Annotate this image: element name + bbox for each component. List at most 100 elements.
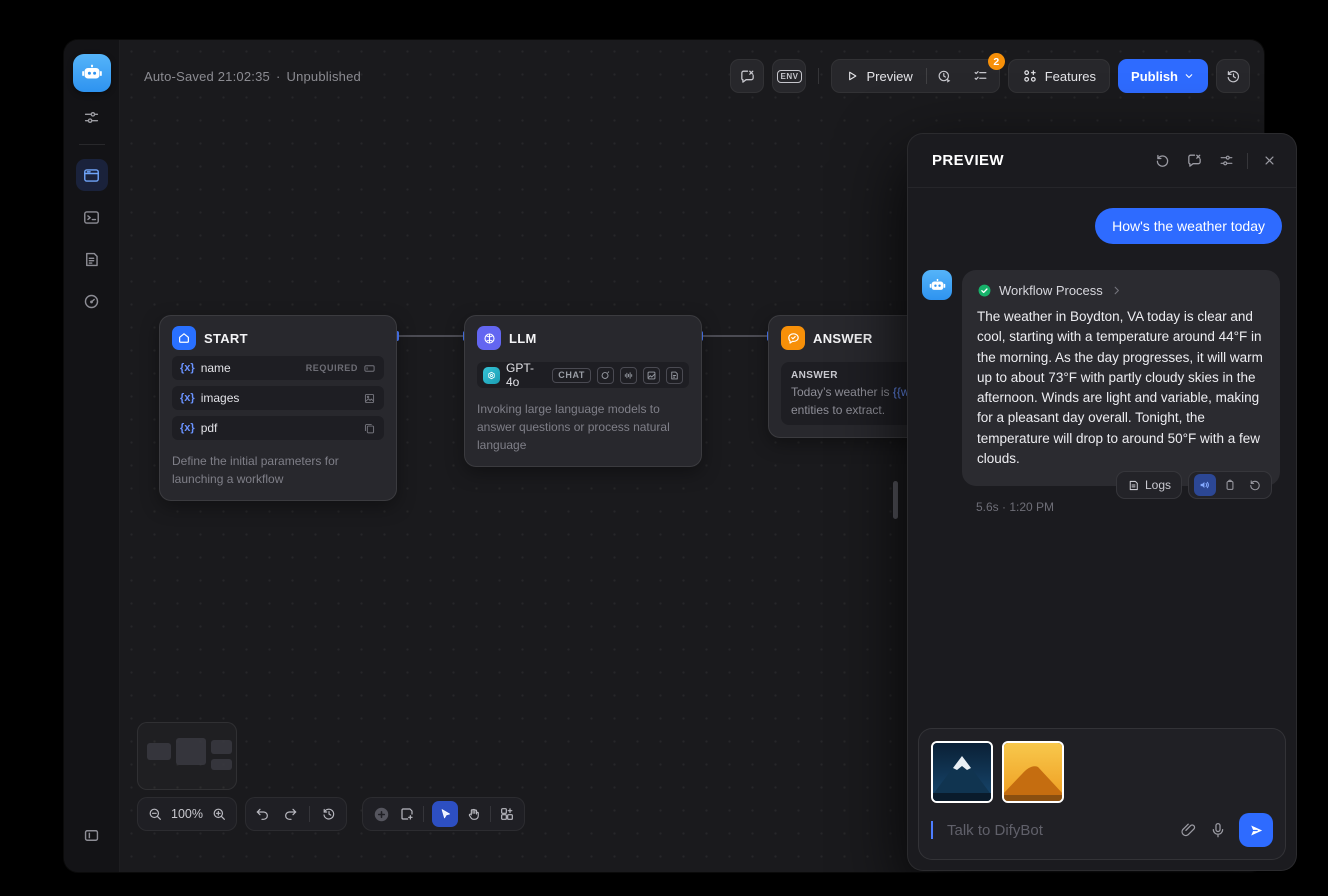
zoom-controls: 100% — [137, 797, 237, 831]
panel-resize-handle[interactable] — [893, 481, 898, 519]
robot-icon — [80, 61, 104, 85]
collapse-sidebar-button[interactable] — [76, 819, 108, 851]
node-title: ANSWER — [813, 331, 873, 346]
start-field-pdf[interactable]: {x} pdf — [172, 416, 384, 440]
chevron-right-icon — [1110, 284, 1123, 297]
sidebar — [64, 40, 120, 872]
pointer-mode-button[interactable] — [432, 801, 458, 827]
speaker-button[interactable] — [1194, 474, 1216, 496]
microphone-button[interactable] — [1209, 821, 1227, 839]
zoom-in-button[interactable] — [211, 806, 227, 822]
clear-chat-icon[interactable] — [1179, 146, 1209, 176]
restart-conversation-button[interactable] — [1147, 146, 1177, 176]
environment-variables-button[interactable]: ENV — [772, 59, 806, 93]
node-title: START — [204, 331, 248, 346]
attachment-thumbnail-mountain-sunset[interactable] — [1002, 741, 1064, 803]
terminal-icon — [82, 208, 101, 227]
add-node-button[interactable] — [372, 805, 391, 824]
canvas-tools — [362, 797, 525, 831]
clear-conversation-button[interactable] — [730, 59, 764, 93]
publish-button[interactable]: Publish — [1118, 59, 1208, 93]
attach-file-button[interactable] — [1179, 821, 1197, 839]
divider — [818, 68, 819, 84]
llm-icon — [477, 326, 501, 350]
document-capability-icon — [666, 367, 683, 384]
message-meta: 5.6s · 1:20 PM — [976, 500, 1282, 514]
close-panel-button[interactable] — [1254, 146, 1284, 176]
chat-input-row: Talk to DifyBot — [931, 813, 1273, 847]
chevron-down-icon — [1183, 70, 1195, 82]
undo-button[interactable] — [255, 806, 271, 822]
gauge-icon — [82, 292, 101, 311]
add-note-button[interactable] — [399, 806, 415, 822]
chat-input[interactable]: Talk to DifyBot — [947, 822, 1167, 839]
model-selector[interactable]: GPT-4o CHAT — [477, 362, 689, 388]
preview-run-button[interactable]: Preview — [832, 60, 925, 92]
chat-input-container: Talk to DifyBot — [918, 728, 1286, 860]
node-llm[interactable]: LLM GPT-4o CHAT — [464, 315, 702, 467]
vision-capability-icon — [597, 367, 614, 384]
image-icon — [363, 392, 376, 405]
env-icon: ENV — [777, 70, 803, 83]
divider — [309, 806, 310, 822]
regenerate-button[interactable] — [1244, 474, 1266, 496]
play-icon — [845, 69, 859, 83]
minimap[interactable] — [137, 722, 237, 790]
hand-mode-button[interactable] — [466, 806, 482, 822]
node-description: Define the initial parameters for launch… — [172, 452, 384, 488]
bot-message-row: Workflow Process The weather in Boydton,… — [922, 270, 1282, 514]
sliders-icon[interactable] — [82, 108, 101, 127]
checklist-badge: 2 — [988, 53, 1005, 70]
app-logo[interactable] — [73, 54, 111, 92]
zoom-level[interactable]: 100% — [171, 807, 203, 821]
checklist-icon — [972, 68, 989, 85]
edge-start-llm — [398, 335, 464, 337]
success-check-icon — [977, 283, 992, 298]
image-capability-icon — [643, 367, 660, 384]
sidebar-item-api[interactable] — [76, 201, 108, 233]
change-history-button[interactable] — [321, 806, 337, 822]
attached-images — [931, 741, 1273, 803]
workflow-process-toggle[interactable]: Workflow Process — [977, 283, 1265, 298]
redo-button[interactable] — [282, 806, 298, 822]
sidebar-item-orchestrate[interactable] — [76, 159, 108, 191]
undo-redo-controls — [245, 797, 347, 831]
collapse-panel-icon — [82, 826, 101, 845]
required-badge: REQUIRED — [306, 363, 358, 373]
run-history-button[interactable] — [927, 60, 963, 92]
sidebar-item-logs[interactable] — [76, 243, 108, 275]
clock-play-icon — [936, 68, 953, 85]
start-field-name[interactable]: {x} name REQUIRED — [172, 356, 384, 380]
model-name: GPT-4o — [506, 361, 546, 389]
file-copy-icon — [363, 422, 376, 435]
features-button[interactable]: Features — [1008, 59, 1110, 93]
chat-clear-icon — [739, 68, 756, 85]
home-icon — [172, 326, 196, 350]
logs-doc-icon — [1127, 479, 1140, 492]
zoom-out-button[interactable] — [147, 806, 163, 822]
bot-message-card: Workflow Process The weather in Boydton,… — [962, 270, 1280, 486]
send-button[interactable] — [1239, 813, 1273, 847]
attachment-thumbnail-mountain-night[interactable] — [931, 741, 993, 803]
settings-sliders-icon[interactable] — [1211, 146, 1241, 176]
start-field-images[interactable]: {x} images — [172, 386, 384, 410]
run-group: Preview — [831, 59, 999, 93]
chat-area: How's the weather today — [908, 188, 1296, 718]
preview-panel: PREVIEW — [907, 133, 1297, 871]
logs-button[interactable]: Logs — [1116, 471, 1182, 499]
topbar: Auto-Saved 21:02:35 · Unpublished ENV — [120, 40, 1264, 112]
node-start[interactable]: START {x} name REQUIRED {x} images — [159, 315, 397, 501]
preview-title: PREVIEW — [932, 152, 1004, 169]
answer-icon — [781, 326, 805, 350]
copy-button[interactable] — [1219, 474, 1241, 496]
window-icon — [82, 166, 101, 185]
bot-avatar — [922, 270, 952, 300]
version-history-button[interactable] — [1216, 59, 1250, 93]
organize-blocks-button[interactable] — [499, 806, 515, 822]
sidebar-item-monitoring[interactable] — [76, 285, 108, 317]
node-description: Invoking large language models to answer… — [477, 400, 689, 454]
history-icon — [1225, 68, 1242, 85]
logs-icon — [82, 250, 101, 269]
autosave-text: Auto-Saved 21:02:35 — [144, 69, 270, 84]
text-cursor — [931, 821, 933, 839]
